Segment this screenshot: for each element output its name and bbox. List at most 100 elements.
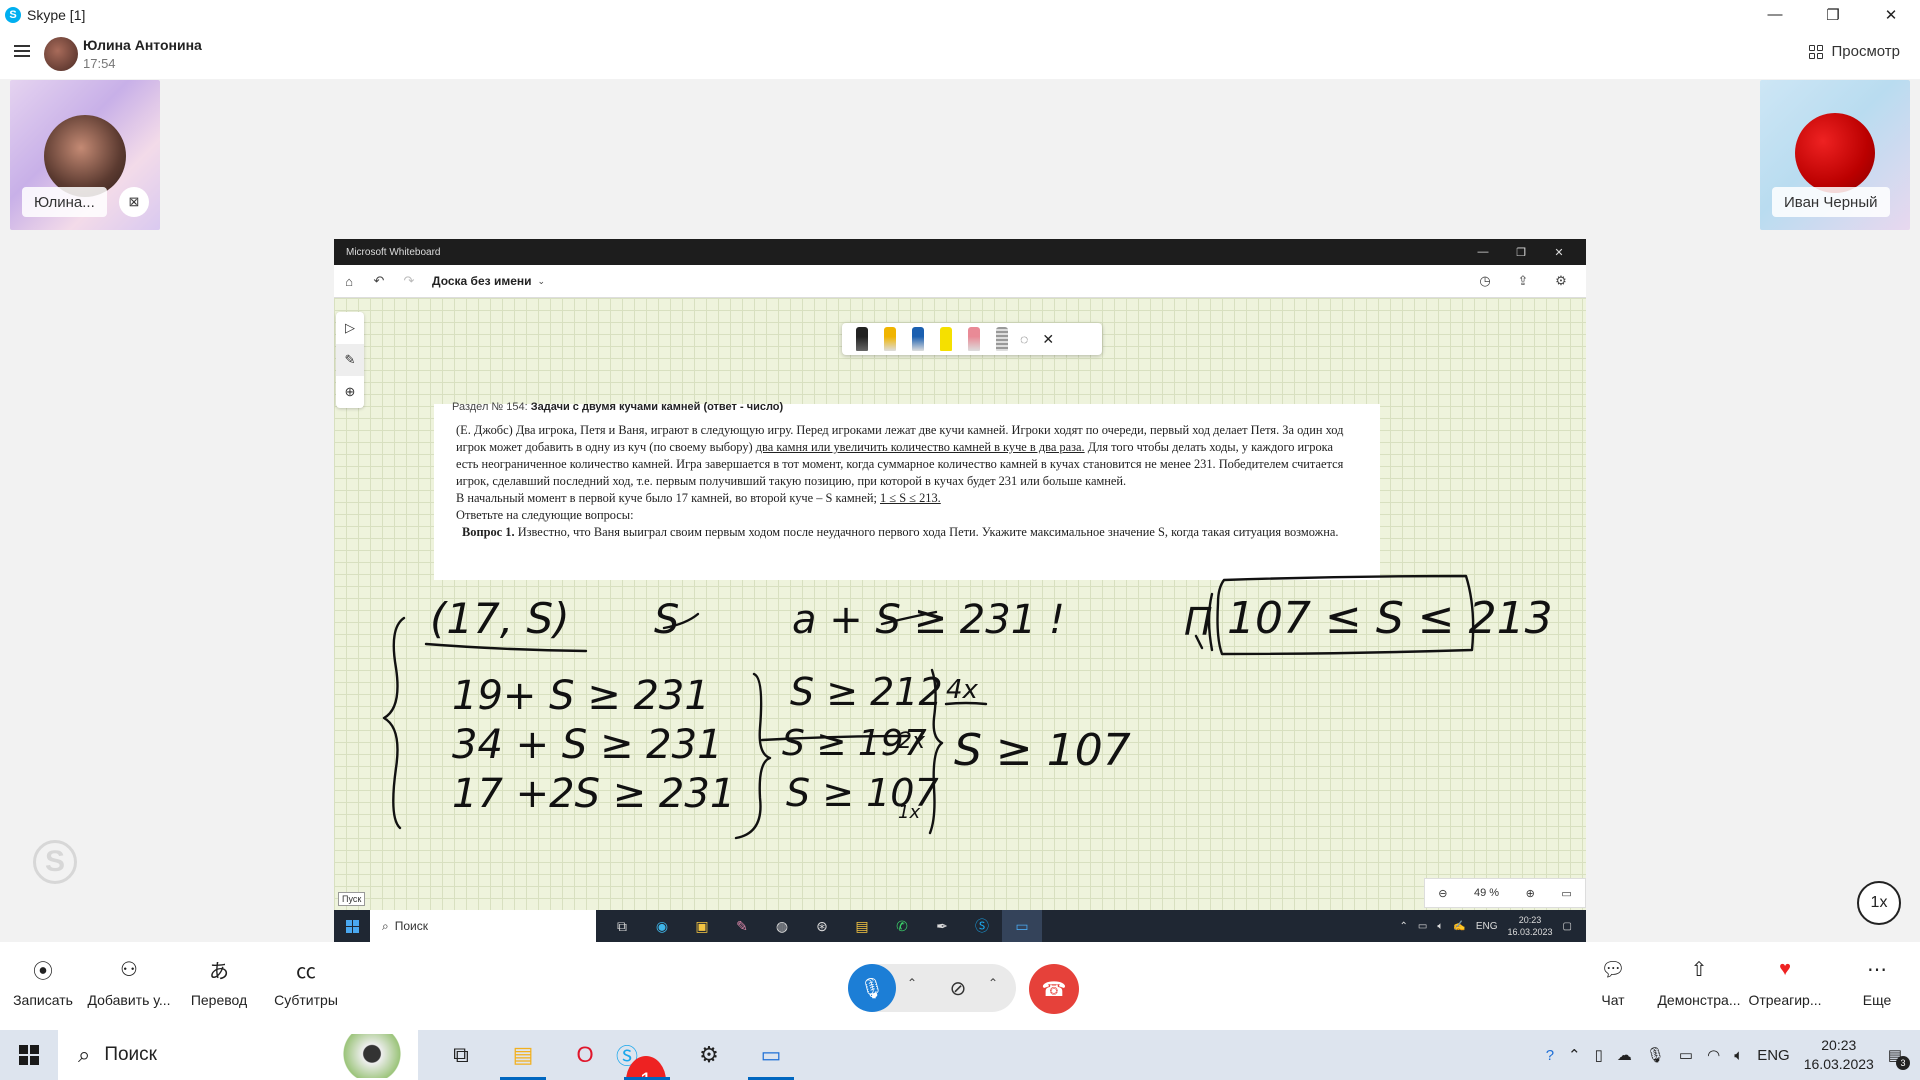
call-controls-bar: ⦿ Записать ⚇ Добавить у... あ Перевод ㏄ С… [0, 942, 1920, 1030]
paint-icon: ✎ [736, 917, 748, 934]
call-header: Юлина Антонина 17:54 Просмотр [0, 29, 1920, 79]
opera-icon[interactable]: O [554, 1030, 616, 1080]
participant-tile-self[interactable]: Юлина... ⊠ [10, 80, 160, 230]
view-label: Просмотр [1831, 43, 1900, 60]
task-view-icon: ⧉ [617, 917, 627, 934]
wb-close-icon: ✕ [1554, 246, 1564, 259]
add-user-icon: ⚇ [120, 958, 138, 981]
settings-gear-icon[interactable]: ⚙ [678, 1030, 740, 1080]
battery-icon[interactable]: ▭ [1679, 1046, 1693, 1064]
wifi-icon[interactable]: ◠ [1707, 1046, 1720, 1064]
window-controls: — ❐ ✕ [1746, 0, 1920, 29]
camera-off-icon: ⊘ [949, 977, 967, 1000]
svg-text:17 +2S ≥ 231: 17 +2S ≥ 231 [452, 771, 735, 817]
notifications-icon[interactable]: ▤ 3 [1888, 1046, 1910, 1070]
notification-count: 3 [1896, 1056, 1910, 1070]
participant-name: Иван Черный [1772, 187, 1890, 217]
undo-icon: ↶ [373, 273, 385, 288]
shared-taskbar-apps: ⧉ ◉ ▣ ✎ ◍ ⊛ ▤ ✆ ✒ Ⓢ ▭ [602, 910, 1042, 942]
windows-taskbar: ⌕ Поиск ⧉ ▤ O Ⓢ1 ⚙ ▭ ? ⌃ ▯ ☁ 🎙︎ ▭ ◠ 🔈︎ E… [0, 1030, 1920, 1080]
participant-tile-other[interactable]: Иван Черный [1760, 80, 1910, 230]
minimize-button[interactable]: — [1746, 0, 1804, 29]
avatar[interactable] [44, 37, 78, 71]
start-button[interactable] [0, 1045, 58, 1065]
search-icon: ⌕ [382, 918, 389, 933]
shared-taskbar: ⌕ Поиск ⧉ ◉ ▣ ✎ ◍ ⊛ ▤ ✆ ✒ Ⓢ ▭ ⌃ ▭ 🔈︎ ✍ E… [334, 910, 1586, 942]
add-user-label: Добавить у... [87, 992, 171, 1008]
battery-icon: ▭ [1417, 920, 1428, 932]
taskbar-time: 20:23 [1821, 1037, 1857, 1053]
hang-up-button[interactable]: ☎ [1029, 964, 1079, 1014]
taskbar-search-box[interactable]: ⌕ Поиск [58, 1030, 418, 1080]
zoom-controls: ⊖ 49 % ⊕ ▭ [1424, 878, 1586, 908]
cloud-icon[interactable]: ☁ [1617, 1046, 1632, 1064]
chevron-up-icon: ⌃ [1399, 920, 1408, 932]
zoom-out-icon: ⊖ [1438, 887, 1448, 900]
chat-icon: 💬︎ [1600, 958, 1626, 981]
restore-button[interactable]: ❐ [1804, 0, 1862, 29]
window-title: Skype [1] [27, 6, 86, 23]
shared-screen: Microsoft Whiteboard — ❐ ✕ ⌂ ↶ ↷ Доска б… [334, 239, 1586, 942]
whiteboard-app-icon: ▭ [1002, 910, 1042, 942]
participant-avatar [44, 115, 126, 197]
volume-icon[interactable]: 🔈︎ [1734, 1047, 1743, 1064]
skype-app-icon: Ⓢ [975, 918, 989, 934]
share-screen-button[interactable]: ⇧ Демонстра... [1656, 954, 1742, 1009]
redo-icon: ↷ [403, 273, 415, 288]
share-screen-label: Демонстра... [1657, 992, 1741, 1008]
search-icon: ⌕ [78, 1042, 91, 1067]
taskbar-clock[interactable]: 20:23 16.03.2023 [1804, 1036, 1874, 1074]
board-name: Доска без имени [432, 274, 532, 288]
zoom-in-icon: ⊕ [1525, 887, 1535, 900]
help-icon[interactable]: ? [1546, 1047, 1554, 1064]
camera-button[interactable]: ⊘ [934, 964, 982, 1012]
participant-avatar [1795, 113, 1875, 193]
window-titlebar: S Skype [1] — ❐ ✕ [0, 0, 1920, 29]
system-tray: ? ⌃ ▯ ☁ 🎙︎ ▭ ◠ 🔈︎ ENG 20:23 16.03.2023 ▤… [1546, 1036, 1910, 1074]
microphone-button[interactable]: 🎙︎ [848, 964, 896, 1012]
search-placeholder: Поиск [394, 919, 428, 933]
more-button[interactable]: ⋯ Еще [1834, 954, 1920, 1009]
screen-share-icon[interactable]: ⊠ [119, 187, 149, 217]
taskbar-search-placeholder: Поиск [104, 1044, 157, 1065]
camera-options-chevron-icon[interactable]: ⌃ [988, 976, 998, 990]
subtitles-label: Субтитры [274, 992, 338, 1008]
translate-label: Перевод [190, 992, 248, 1008]
edge-icon: ◉ [655, 917, 669, 934]
skype-watermark-icon: S [33, 840, 77, 884]
view-button[interactable]: Просмотр [1809, 43, 1900, 60]
microphone-icon: 🎙︎ [859, 977, 885, 1000]
menu-icon[interactable] [14, 45, 30, 57]
skype-app-icon[interactable]: Ⓢ1 [616, 1030, 678, 1080]
chevron-up-icon[interactable]: ⌃ [1568, 1046, 1581, 1064]
shared-clock: 20:23 16.03.2023 [1508, 914, 1553, 938]
translate-button[interactable]: あ Перевод [176, 954, 262, 1009]
gear-icon: ⚙ [1555, 273, 1567, 288]
fit-view-icon: ▭ [1561, 887, 1572, 900]
taskbar-date: 16.03.2023 [1803, 1056, 1874, 1072]
microphone-tray-icon[interactable]: 🎙︎ [1646, 1046, 1665, 1064]
close-button[interactable]: ✕ [1862, 0, 1920, 29]
whiteboard-toolbar-right: ◷ ⇪ ⚙ [1466, 273, 1580, 289]
whiteboard-window-controls: — ❐ ✕ [1464, 239, 1578, 265]
record-button[interactable]: ⦿ Записать [0, 954, 86, 1009]
file-explorer-icon[interactable]: ▤ [492, 1030, 554, 1080]
record-label: Записать [13, 992, 73, 1008]
whiteboard-app-icon[interactable]: ▭ [740, 1030, 802, 1080]
svg-text:(17, S): (17, S) [430, 594, 570, 643]
taskbar-apps: ⧉ ▤ O Ⓢ1 ⚙ ▭ [430, 1030, 802, 1080]
subtitles-button[interactable]: ㏄ Субтитры [263, 954, 349, 1009]
participant-name: Юлина... [22, 187, 107, 217]
subtitles-icon: ㏄ [296, 960, 316, 983]
device-icon[interactable]: ▯ [1595, 1046, 1603, 1064]
task-view-icon[interactable]: ⧉ [430, 1030, 492, 1080]
mic-options-chevron-icon[interactable]: ⌃ [907, 976, 917, 990]
react-button[interactable]: ♥ Отреагир... [1742, 954, 1828, 1009]
palette-icon: ◍ [775, 917, 789, 934]
contact-name: Юлина Антонина [83, 37, 202, 53]
windows-start-icon [334, 919, 370, 933]
language-indicator[interactable]: ENG [1757, 1047, 1790, 1064]
speed-button[interactable]: 1x [1857, 881, 1901, 925]
add-user-button[interactable]: ⚇ Добавить у... [86, 954, 172, 1009]
chat-button[interactable]: 💬︎ Чат [1570, 954, 1656, 1009]
